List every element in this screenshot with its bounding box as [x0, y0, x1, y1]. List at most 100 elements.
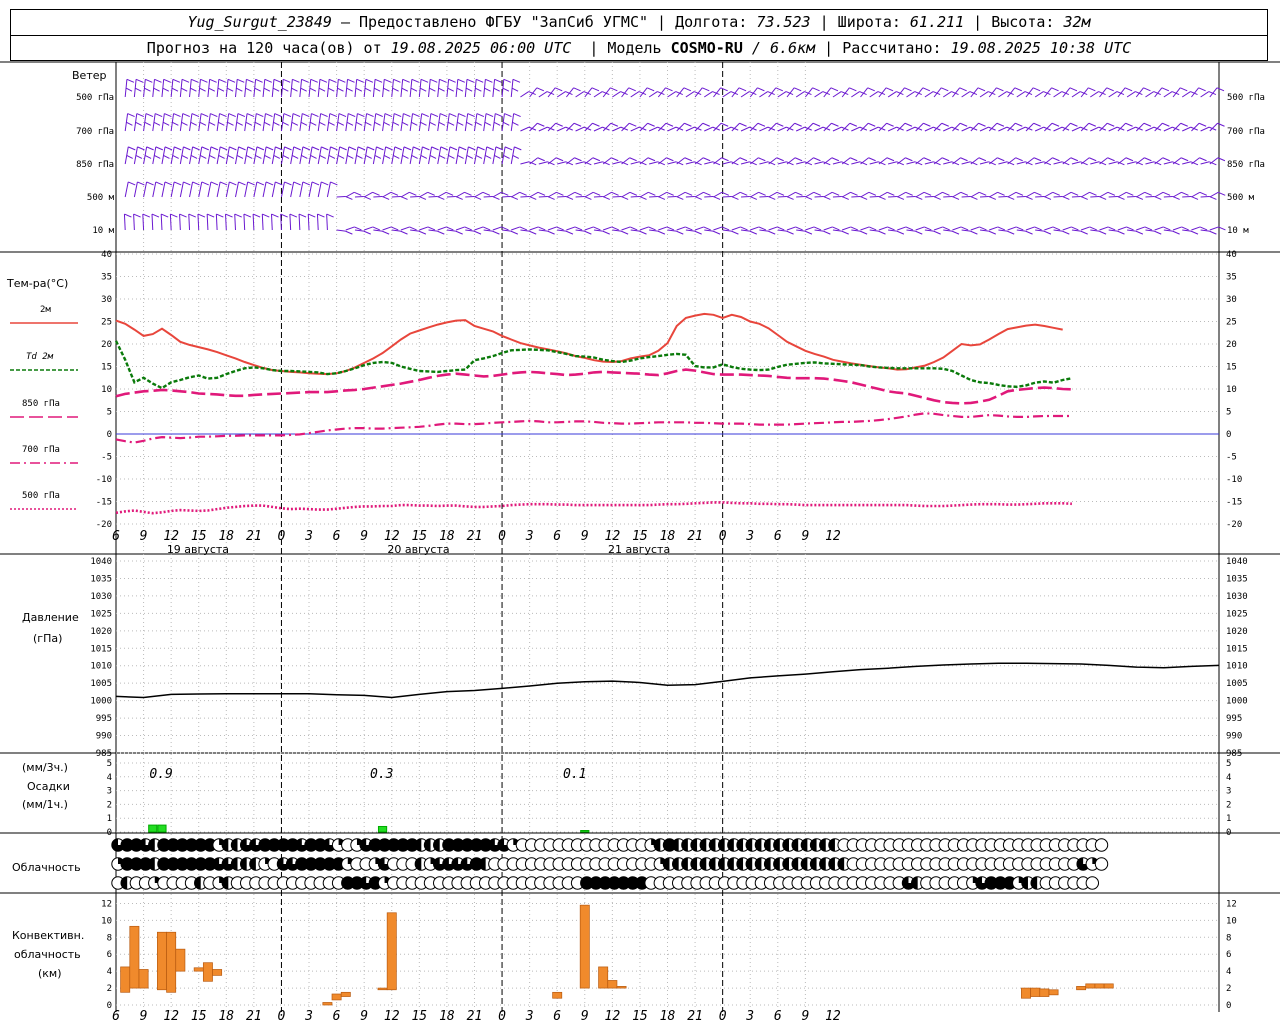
- wind-barb-feather: [228, 113, 236, 117]
- wind-barb-staff: [841, 122, 851, 132]
- pressure-ytick-right: 995: [1226, 714, 1242, 724]
- wind-barb: [410, 229, 427, 235]
- wind-barb-feather: [328, 154, 336, 159]
- bottom-hour-label: 18: [218, 1009, 234, 1024]
- wind-barb: [887, 161, 905, 166]
- wind-barb-feather: [831, 191, 840, 196]
- wind-barb: [722, 229, 739, 235]
- wind-barb-feather: [206, 213, 215, 218]
- bottom-hour-label: 6: [333, 1009, 341, 1024]
- wind-barb-feather: [776, 122, 784, 127]
- wind-barb: [382, 226, 399, 231]
- wind-barb-feather: [422, 146, 430, 151]
- temp-series-line: [115, 368, 1072, 405]
- wind-barb-feather: [412, 113, 420, 117]
- wind-barb: [832, 161, 849, 166]
- wind-barb-feather: [218, 78, 227, 83]
- precip-label: Осадки: [27, 780, 70, 793]
- wind-barb-staff: [612, 161, 622, 165]
- wind-barb-staff: [142, 214, 145, 231]
- wind-barb-feather: [485, 113, 494, 117]
- wind-barb: [409, 113, 420, 132]
- pressure-unit-label: (гПа): [33, 632, 62, 645]
- wind-barb: [851, 195, 868, 200]
- wind-barb-staff: [225, 214, 227, 231]
- wind-barb-staff: [373, 229, 383, 232]
- wind-barb-feather: [482, 226, 491, 231]
- wind-barb-feather: [868, 191, 877, 196]
- wind-barb-feather: [283, 113, 292, 117]
- convective-bar: [202, 962, 213, 982]
- wind-barb-feather: [199, 121, 207, 126]
- wind-barb-staff: [584, 191, 594, 198]
- wind-barb-staff: [354, 195, 364, 198]
- wind-barb-staff: [446, 229, 456, 232]
- wind-barb-feather: [372, 191, 380, 196]
- wind-barb-feather: [1180, 87, 1188, 92]
- wind-barb-staff: [1016, 161, 1026, 165]
- wind-barb-feather: [537, 191, 546, 196]
- wind-barb-staff: [575, 161, 585, 165]
- wind-barb-staff: [575, 195, 585, 198]
- wind-barb-feather: [172, 154, 179, 159]
- wind-barb-feather: [154, 78, 162, 83]
- wind-barb: [667, 161, 684, 166]
- wind-barb-staff: [151, 214, 154, 231]
- wind-barb-staff: [538, 91, 548, 98]
- wind-barb-staff: [289, 214, 292, 231]
- wind-barb-feather: [374, 121, 381, 126]
- wind-barb: [382, 146, 393, 165]
- wind-barb: [160, 213, 169, 231]
- bottom-hour-label: 0: [498, 1009, 506, 1024]
- conv-ytick-right: 0: [1226, 1001, 1231, 1011]
- wind-barb-feather: [328, 78, 337, 83]
- wind-barb-staff: [933, 122, 943, 132]
- wind-barb-staff: [428, 195, 438, 198]
- convective-bar: [552, 991, 563, 999]
- wind-barb: [1108, 229, 1125, 235]
- wind-barb-feather: [850, 226, 858, 231]
- wind-barb-staff: [1154, 122, 1163, 132]
- wind-barb-feather: [886, 157, 895, 162]
- wind-barb: [520, 229, 537, 235]
- wind-barb: [465, 229, 482, 235]
- wind-barb-feather: [246, 78, 254, 83]
- wind-barb-feather: [357, 146, 366, 151]
- wind-barb: [261, 213, 270, 231]
- wind-barb: [492, 226, 509, 231]
- wind-barb-staff: [851, 195, 861, 198]
- wind-barb-staff: [897, 226, 907, 231]
- temp-legend-label: 500 гПа: [22, 491, 60, 501]
- wind-barb-staff: [1135, 157, 1145, 165]
- wind-barb-feather: [208, 121, 216, 126]
- wind-barb: [851, 126, 868, 132]
- wind-barb: [207, 78, 217, 98]
- wind-barb-staff: [1126, 161, 1136, 165]
- wind-barb-feather: [657, 230, 666, 235]
- wind-barb-feather: [348, 146, 357, 151]
- wind-barb-feather: [393, 154, 400, 159]
- wind-barb-staff: [1062, 191, 1072, 198]
- wind-barb: [501, 78, 511, 98]
- wind-barb: [1163, 195, 1180, 200]
- wind-barb-staff: [832, 91, 842, 98]
- wind-barb: [1154, 226, 1171, 231]
- wind-barb-feather: [457, 154, 464, 159]
- wind-barb-feather: [135, 154, 143, 159]
- wind-barb: [722, 161, 739, 166]
- wind-barb-staff: [235, 181, 239, 198]
- wind-barb: [575, 161, 592, 166]
- wind-barb: [428, 229, 445, 235]
- wind-barb: [1062, 226, 1079, 231]
- wind-barb-feather: [197, 213, 206, 218]
- wind-barb-feather: [337, 154, 345, 159]
- wind-barb-feather: [646, 87, 655, 92]
- wind-barb-feather: [155, 146, 164, 151]
- wind-barb-staff: [1062, 122, 1071, 132]
- wind-barb: [1007, 226, 1024, 231]
- wind-barb: [851, 161, 868, 166]
- wind-barb: [685, 161, 702, 166]
- pressure-ytick-right: 1020: [1226, 627, 1248, 637]
- wind-barb-feather: [282, 78, 291, 83]
- wind-barb: [796, 195, 813, 200]
